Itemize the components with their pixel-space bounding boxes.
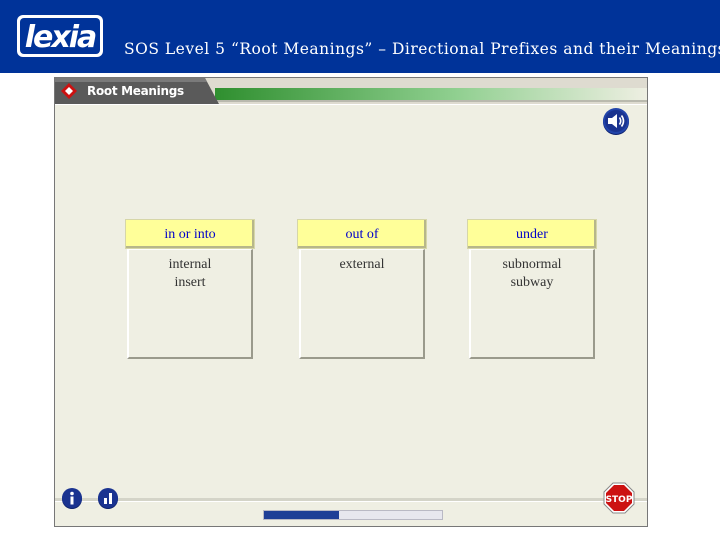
progress-bar [263, 510, 443, 520]
page-title: SOS Level 5 “Root Meanings” – Directiona… [124, 40, 720, 58]
progress-chart-icon[interactable] [97, 487, 119, 509]
svg-text:lexia: lexia [25, 20, 96, 55]
example-words: subnormal subway [469, 249, 595, 359]
title-tab: Root Meanings [55, 78, 219, 104]
lexia-mark-icon [61, 83, 77, 99]
prefix-card-under: under subnormal subway [467, 219, 597, 359]
prefix-card-in: in or into internal insert [125, 219, 255, 359]
example-word: insert [174, 275, 206, 290]
info-icon[interactable] [61, 487, 83, 509]
lesson-window: Root Meanings in or into internal insert… [54, 77, 648, 527]
window-title: Root Meanings [87, 84, 184, 98]
speaker-icon[interactable] [601, 106, 631, 136]
example-word: internal [168, 257, 212, 272]
example-word: subway [510, 275, 554, 290]
prefix-card-out: out of external [297, 219, 427, 359]
stop-button[interactable]: STOP [603, 482, 635, 514]
example-words: external [299, 249, 425, 359]
stop-label: STOP [606, 495, 633, 505]
lexia-logo: lexia [17, 15, 103, 57]
example-word: subnormal [502, 257, 562, 272]
progress-fill [264, 511, 339, 519]
example-word: external [339, 257, 385, 272]
example-words: internal insert [127, 249, 253, 359]
prefix-heading[interactable]: under [467, 219, 597, 249]
header-bar: lexia SOS Level 5 “Root Meanings” – Dire… [0, 0, 720, 73]
prefix-heading[interactable]: in or into [125, 219, 255, 249]
prefix-heading[interactable]: out of [297, 219, 427, 249]
